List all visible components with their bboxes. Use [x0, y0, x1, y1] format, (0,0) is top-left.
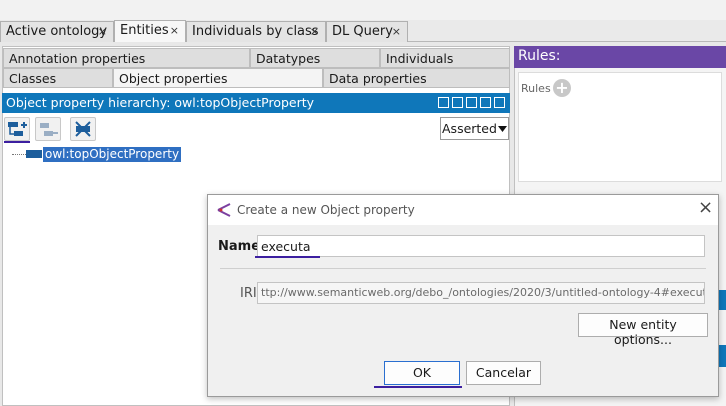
- tab-label: Entities: [120, 23, 169, 38]
- tree-item-top-object-property[interactable]: owl:topObjectProperty: [43, 147, 182, 162]
- close-icon[interactable]: ×: [170, 24, 179, 37]
- tab-label: DL Query: [332, 24, 393, 39]
- tab-label: Individuals by class: [192, 24, 319, 39]
- panel-edge-button: [718, 345, 726, 367]
- dialog-close-icon[interactable]: ×: [698, 199, 713, 217]
- help-icon[interactable]: [438, 97, 449, 108]
- rules-label: Rules: [521, 82, 551, 95]
- add-subproperty-icon: [8, 122, 27, 136]
- subtab-datatypes[interactable]: Datatypes: [250, 48, 380, 68]
- tab-label: Active ontology: [6, 24, 108, 39]
- annotation-underline: [255, 256, 320, 258]
- maximize-icon[interactable]: [480, 97, 491, 108]
- annotation-underline: [4, 141, 30, 143]
- delete-icon: [75, 121, 91, 137]
- minimize-icon[interactable]: [466, 97, 477, 108]
- object-property-icon: [26, 150, 42, 158]
- delete-property-button[interactable]: [70, 117, 96, 141]
- add-sibling-icon: [40, 123, 58, 136]
- name-label: Name: [218, 239, 261, 254]
- dialog-divider: [220, 268, 706, 269]
- tab-dl-query[interactable]: DL Query ×: [326, 21, 408, 42]
- iri-label: IRI: [240, 286, 257, 301]
- add-rule-icon[interactable]: +: [553, 79, 571, 97]
- selected-value: Asserted: [442, 121, 497, 136]
- tab-individuals-by-class[interactable]: Individuals by class ×: [186, 21, 326, 42]
- close-view-icon[interactable]: [494, 97, 505, 108]
- new-entity-options-button[interactable]: New entity options...: [578, 313, 708, 347]
- subtab-annotation-properties[interactable]: Annotation properties: [3, 48, 250, 68]
- tab-entities[interactable]: Entities ×: [114, 20, 186, 42]
- tree-connector: [12, 154, 26, 155]
- chevron-down-icon: [498, 126, 507, 132]
- subtab-data-properties[interactable]: Data properties: [323, 68, 510, 88]
- iri-field[interactable]: ttp://www.semanticweb.org/debo_/ontologi…: [257, 282, 705, 304]
- panel-edge-button: [718, 290, 726, 310]
- name-input[interactable]: executa: [257, 235, 705, 257]
- dialog-title: Create a new Object property: [237, 203, 415, 217]
- hierarchy-title: Object property hierarchy: owl:topObject…: [2, 93, 510, 113]
- window-top-area: [0, 0, 726, 20]
- subtab-classes[interactable]: Classes: [3, 68, 113, 88]
- subtab-individuals[interactable]: Individuals: [380, 48, 510, 68]
- subtab-object-properties[interactable]: Object properties: [113, 68, 323, 88]
- add-sibling-property-button[interactable]: [35, 117, 61, 141]
- ok-button[interactable]: OK: [384, 361, 460, 385]
- cancel-button[interactable]: Cancelar: [466, 361, 541, 385]
- hierarchy-mode-select[interactable]: Asserted: [440, 117, 509, 140]
- close-icon[interactable]: ×: [310, 25, 319, 38]
- annotation-underline: [374, 386, 462, 388]
- protege-logo-icon: [217, 203, 231, 217]
- close-icon[interactable]: ×: [98, 25, 107, 38]
- close-icon[interactable]: ×: [392, 25, 401, 38]
- tab-active-ontology[interactable]: Active ontology ×: [0, 21, 114, 42]
- split-view-icon[interactable]: [452, 97, 463, 108]
- add-subproperty-button[interactable]: [4, 117, 30, 141]
- rules-title: Rules:: [514, 46, 726, 68]
